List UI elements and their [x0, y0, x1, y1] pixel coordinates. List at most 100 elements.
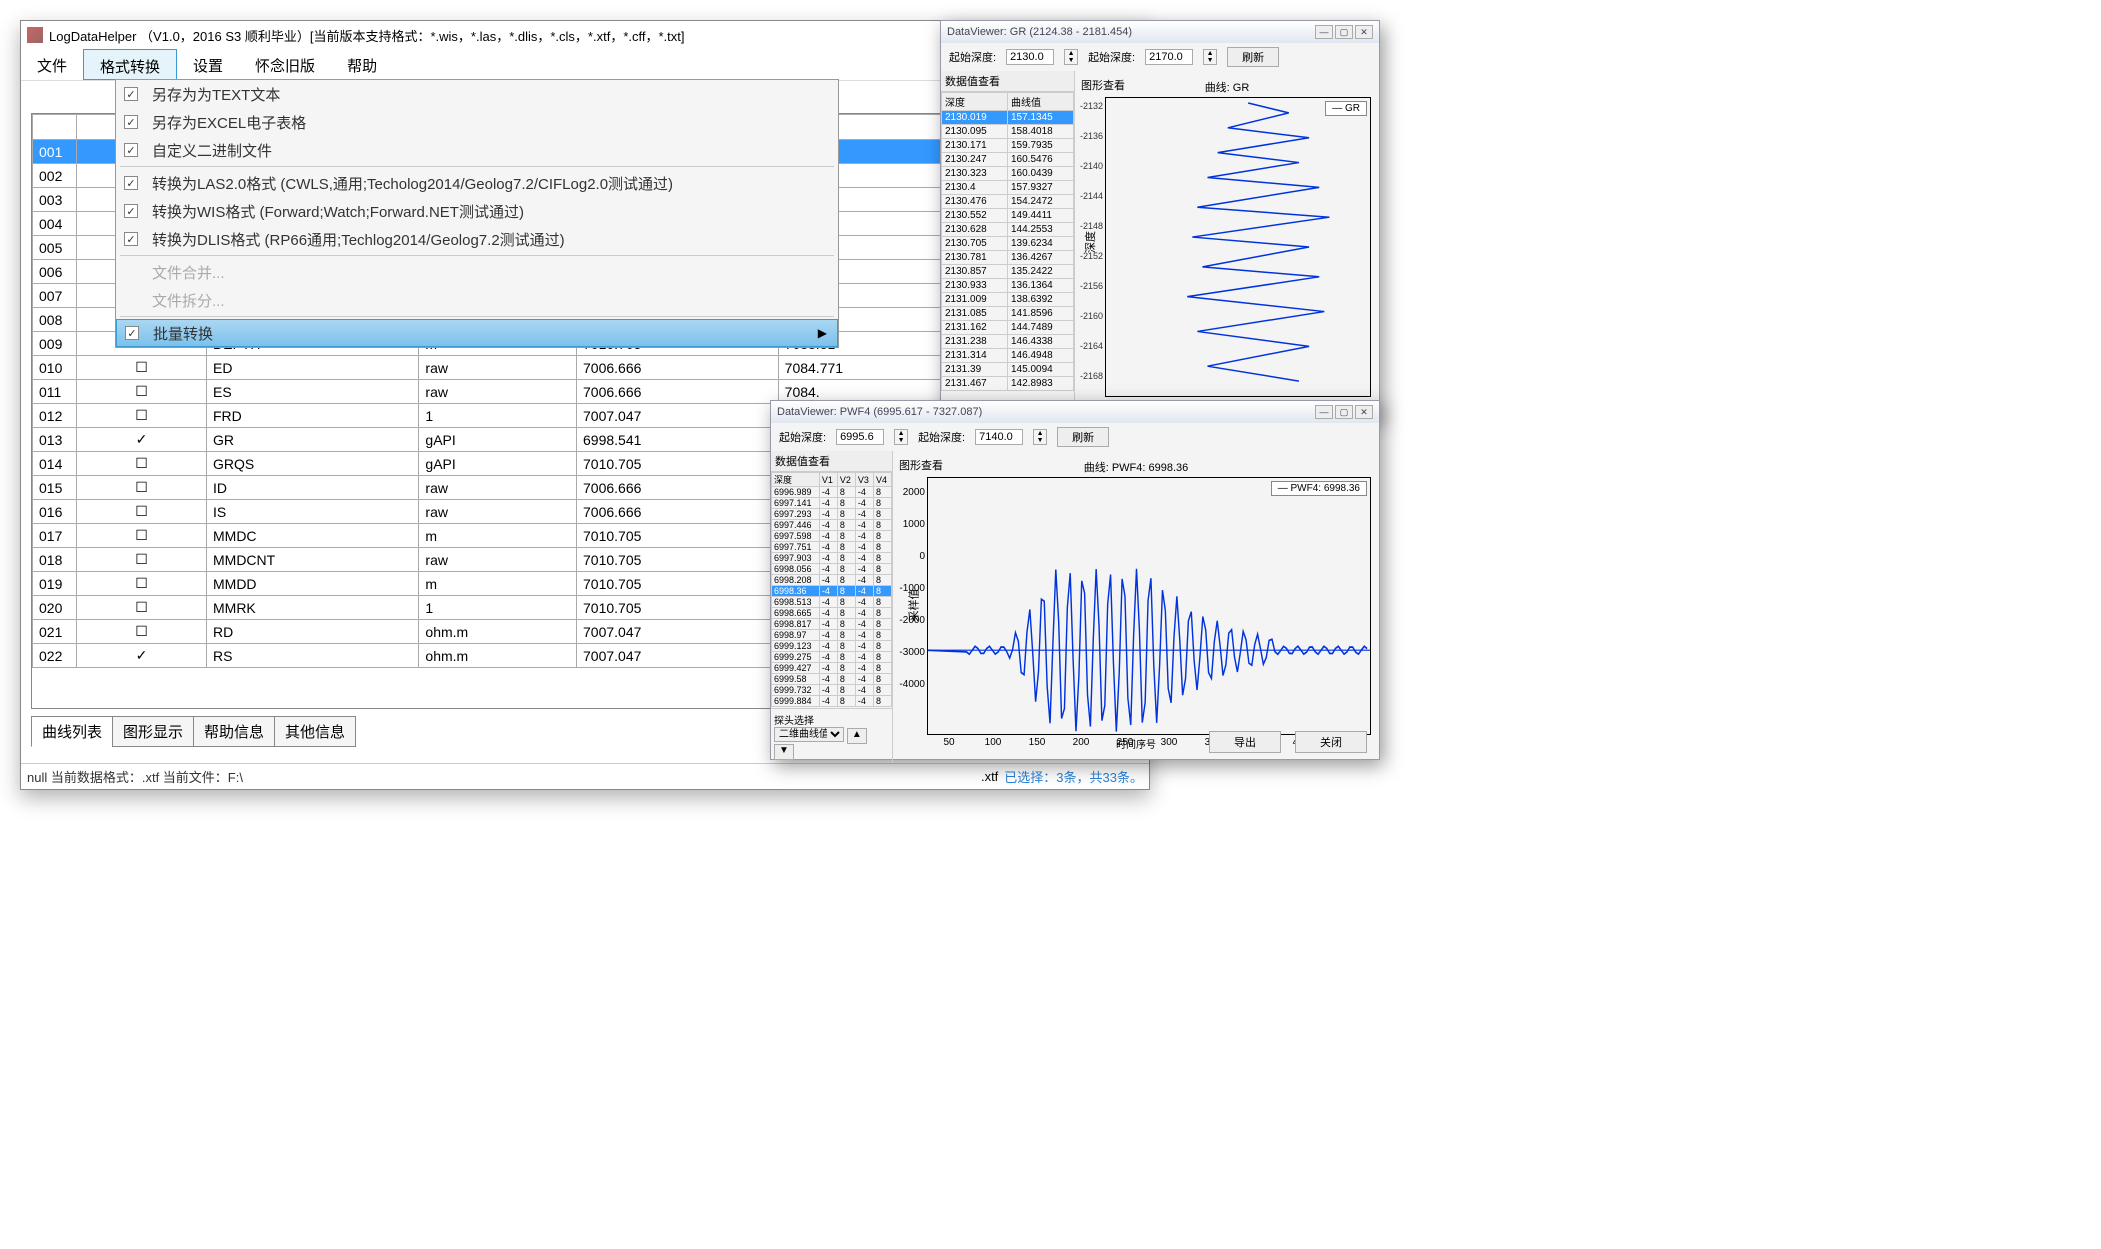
data-row[interactable]: 6997.446-48-48 [772, 520, 892, 531]
data-row[interactable]: 2130.705139.6234 [942, 237, 1074, 251]
data-row[interactable]: 2130.019157.1345 [942, 111, 1074, 125]
data-row[interactable]: 6997.293-48-48 [772, 509, 892, 520]
menu-item[interactable]: ✓批量转换▶ [116, 319, 838, 347]
menu-item[interactable]: ✓自定义二进制文件 [116, 136, 838, 164]
data-row[interactable]: 6998.056-48-48 [772, 564, 892, 575]
app-icon [27, 27, 43, 43]
menu-怀念旧版[interactable]: 怀念旧版 [239, 49, 331, 80]
data-row[interactable]: 2130.552149.4411 [942, 209, 1074, 223]
dv1-plot-panel: 图形查看 曲线: GR 深度 — GR -2132-2136-2140-2144… [1075, 71, 1379, 417]
probe-select[interactable]: 二维曲线值 [774, 727, 844, 742]
data-row[interactable]: 2130.933136.1364 [942, 279, 1074, 293]
data-row[interactable]: 2131.39145.0094 [942, 363, 1074, 377]
menu-格式转换[interactable]: 格式转换 [83, 49, 177, 80]
data-row[interactable]: 2130.857135.2422 [942, 265, 1074, 279]
svg-text:-2140: -2140 [1080, 161, 1103, 171]
minimize-icon[interactable]: — [1315, 405, 1333, 419]
menu-帮助[interactable]: 帮助 [331, 49, 393, 80]
close-button[interactable]: 关闭 [1295, 731, 1367, 753]
data-row[interactable]: 2131.238146.4338 [942, 335, 1074, 349]
data-row[interactable]: 6998.817-48-48 [772, 619, 892, 630]
dv1-refresh-button[interactable]: 刷新 [1227, 47, 1279, 67]
svg-text:-2148: -2148 [1080, 221, 1103, 231]
data-row[interactable]: 6998.36-48-48 [772, 586, 892, 597]
data-row[interactable]: 6999.884-48-48 [772, 696, 892, 707]
data-row[interactable]: 6997.598-48-48 [772, 531, 892, 542]
dv1-end-input[interactable] [1145, 49, 1193, 65]
data-row[interactable]: 2130.095158.4018 [942, 125, 1074, 139]
menu-item-label: 批量转换 [147, 323, 818, 344]
data-row[interactable]: 2131.467142.8983 [942, 377, 1074, 391]
data-row[interactable]: 2130.323160.0439 [942, 167, 1074, 181]
data-row[interactable]: 6999.58-48-48 [772, 674, 892, 685]
data-row[interactable]: 2130.247160.5476 [942, 153, 1074, 167]
maximize-icon[interactable]: ▢ [1335, 25, 1353, 39]
check-icon: ✓ [124, 115, 138, 129]
svg-text:250: 250 [1117, 737, 1134, 748]
down-arrow-icon[interactable]: ▼ [774, 744, 794, 760]
data-row[interactable]: 6998.97-48-48 [772, 630, 892, 641]
tab-3[interactable]: 其他信息 [274, 716, 356, 747]
dv1-start-input[interactable] [1006, 49, 1054, 65]
data-row[interactable]: 2131.162144.7489 [942, 321, 1074, 335]
probe-label: 探头选择 [774, 712, 889, 727]
data-row[interactable]: 2131.009138.6392 [942, 293, 1074, 307]
data-row[interactable]: 2131.085141.8596 [942, 307, 1074, 321]
tab-0[interactable]: 曲线列表 [31, 716, 113, 747]
data-row[interactable]: 6997.903-48-48 [772, 553, 892, 564]
data-row[interactable]: 6997.751-48-48 [772, 542, 892, 553]
maximize-icon[interactable]: ▢ [1335, 405, 1353, 419]
menu-item[interactable]: ✓转换为WIS格式 (Forward;Watch;Forward.NET测试通过… [116, 197, 838, 225]
spinner-icon[interactable]: ▲▼ [1033, 429, 1047, 445]
dv2-end-input[interactable] [975, 429, 1023, 445]
data-row[interactable]: 2130.171159.7935 [942, 139, 1074, 153]
svg-text:-2164: -2164 [1080, 341, 1103, 351]
minimize-icon[interactable]: — [1315, 25, 1333, 39]
menu-item[interactable]: ✓另存为为TEXT文本 [116, 80, 838, 108]
tab-1[interactable]: 图形显示 [112, 716, 194, 747]
menu-item[interactable]: ✓转换为DLIS格式 (RP66通用;Techlog2014/Geolog7.2… [116, 225, 838, 253]
data-row[interactable]: 2131.314146.4948 [942, 349, 1074, 363]
menu-item-label: 转换为WIS格式 (Forward;Watch;Forward.NET测试通过) [146, 201, 838, 222]
export-button[interactable]: 导出 [1209, 731, 1281, 753]
menu-item-label: 转换为LAS2.0格式 (CWLS,通用;Techolog2014/Geolog… [146, 173, 838, 194]
spinner-icon[interactable]: ▲▼ [1064, 49, 1078, 65]
dv1-titlebar: DataViewer: GR (2124.38 - 2181.454) — ▢ … [941, 21, 1379, 43]
svg-text:100: 100 [985, 737, 1002, 748]
dv1-end-label: 起始深度: [1088, 49, 1135, 65]
menu-item[interactable]: ✓另存为EXCEL电子表格 [116, 108, 838, 136]
data-row[interactable]: 6996.989-48-48 [772, 487, 892, 498]
dataviewer-pwf4-window: DataViewer: PWF4 (6995.617 - 7327.087) —… [770, 400, 1380, 760]
data-row[interactable]: 6998.208-48-48 [772, 575, 892, 586]
data-row[interactable]: 6999.427-48-48 [772, 663, 892, 674]
data-row[interactable]: 6999.732-48-48 [772, 685, 892, 696]
menu-文件[interactable]: 文件 [21, 49, 83, 80]
data-row[interactable]: 6999.123-48-48 [772, 641, 892, 652]
svg-text:50: 50 [943, 737, 955, 748]
spinner-icon[interactable]: ▲▼ [1203, 49, 1217, 65]
menu-设置[interactable]: 设置 [177, 49, 239, 80]
data-row[interactable]: 6998.513-48-48 [772, 597, 892, 608]
spinner-icon[interactable]: ▲▼ [894, 429, 908, 445]
data-row[interactable]: 6998.665-48-48 [772, 608, 892, 619]
data-row[interactable]: 2130.476154.2472 [942, 195, 1074, 209]
dv2-refresh-button[interactable]: 刷新 [1057, 427, 1109, 447]
dv2-start-input[interactable] [836, 429, 884, 445]
data-row[interactable]: 2130.4157.9327 [942, 181, 1074, 195]
up-arrow-icon[interactable]: ▲ [847, 728, 867, 744]
tab-2[interactable]: 帮助信息 [193, 716, 275, 747]
svg-text:1000: 1000 [903, 519, 926, 530]
dv1-y-axis: -2132-2136-2140-2144-2148-2152-2156-2160… [1079, 97, 1105, 397]
close-icon[interactable]: ✕ [1355, 25, 1373, 39]
data-row[interactable]: 2130.781136.4267 [942, 251, 1074, 265]
close-icon[interactable]: ✕ [1355, 405, 1373, 419]
dv2-start-label: 起始深度: [779, 429, 826, 445]
dv1-plot-area [1105, 97, 1371, 397]
data-row[interactable]: 6999.275-48-48 [772, 652, 892, 663]
data-row[interactable]: 2130.628144.2553 [942, 223, 1074, 237]
dv1-data-panel: 数据值查看 深度曲线值2130.019157.13452130.095158.4… [941, 71, 1075, 417]
data-row[interactable]: 6997.141-48-48 [772, 498, 892, 509]
dv2-data-header: 数据值查看 [771, 451, 892, 472]
dv2-title: DataViewer: PWF4 (6995.617 - 7327.087) [777, 406, 982, 418]
menu-item[interactable]: ✓转换为LAS2.0格式 (CWLS,通用;Techolog2014/Geolo… [116, 169, 838, 197]
